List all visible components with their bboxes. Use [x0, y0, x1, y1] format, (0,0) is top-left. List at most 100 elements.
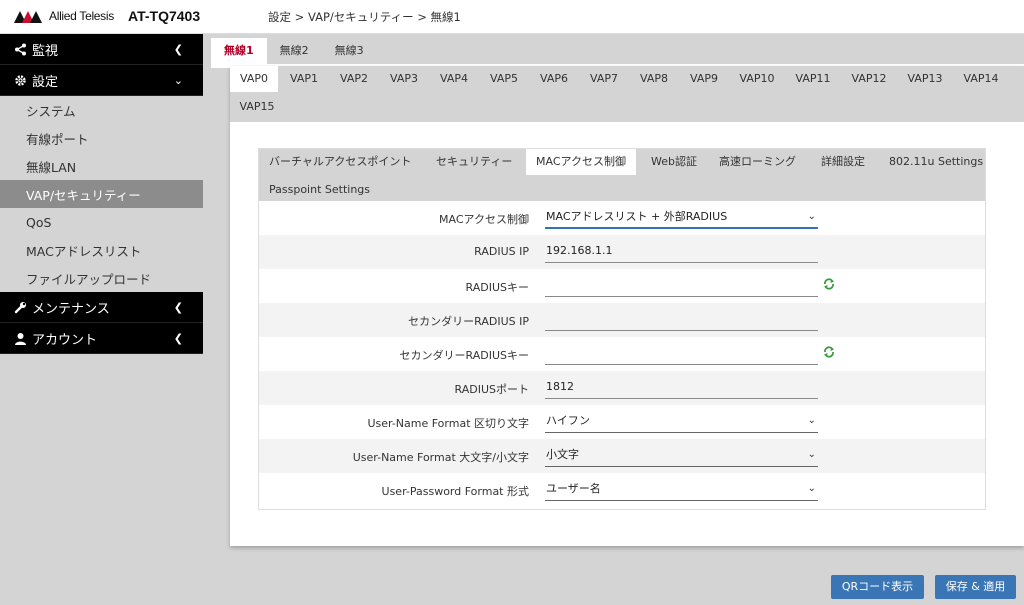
generate-key-icon[interactable]	[823, 278, 835, 290]
tab-vap4[interactable]: VAP4	[430, 66, 478, 92]
secondary-radius-key-input[interactable]	[545, 341, 818, 365]
password-format-select[interactable]: ユーザー名 ⌄	[545, 477, 818, 501]
username-case-select[interactable]: 小文字 ⌄	[545, 443, 818, 467]
qr-code-button[interactable]: QRコード表示	[831, 575, 924, 599]
radius-port-label: RADIUSポート	[454, 383, 529, 396]
vap-panel: VAP0 VAP1 VAP2 VAP3 VAP4 VAP5 VAP6 VAP7 …	[230, 66, 1024, 546]
form-row-radius-port: RADIUSポート 1812	[259, 371, 985, 405]
username-case-label: User-Name Format 大文字/小文字	[352, 451, 529, 464]
tab-80211u-settings[interactable]: 802.11u Settings	[889, 149, 983, 175]
radio-tabs: 無線1 無線2 無線3	[211, 38, 377, 66]
chevron-down-icon: ⌄	[807, 211, 816, 222]
tab-vap8[interactable]: VAP8	[630, 66, 678, 92]
tab-vap7[interactable]: VAP7	[580, 66, 628, 92]
nav-settings-label: 設定	[32, 74, 59, 90]
main-content: 無線1 無線2 無線3 VAP0 VAP1 VAP2 VAP3 VAP4 VAP…	[203, 34, 1024, 605]
nav-account-label: アカウント	[32, 332, 98, 348]
form-row-username-case: User-Name Format 大文字/小文字 小文字 ⌄	[259, 439, 985, 473]
tab-radio1[interactable]: 無線1	[211, 38, 267, 66]
tab-vap12[interactable]: VAP12	[842, 66, 896, 92]
header: Allied Telesis AT-TQ7403 設定 > VAP/セキュリティ…	[0, 0, 1024, 34]
tab-advanced-settings[interactable]: 詳細設定	[821, 149, 865, 175]
secondary-radius-key-label: セカンダリーRADIUSキー	[399, 349, 529, 362]
radius-port-input[interactable]: 1812	[545, 375, 818, 399]
tab-security[interactable]: セキュリティー	[436, 149, 512, 175]
logo-text: Allied Telesis	[49, 9, 114, 23]
form-row-mac-access: MACアクセス制御 MACアドレスリスト + 外部RADIUS ⌄	[259, 201, 985, 235]
form-row-radius-key: RADIUSキー	[259, 269, 985, 303]
wrench-icon	[13, 300, 27, 314]
chevron-down-icon: ⌄	[807, 483, 816, 494]
username-delimiter-select[interactable]: ハイフン ⌄	[545, 409, 818, 433]
tab-vap13[interactable]: VAP13	[898, 66, 952, 92]
security-tabs: バーチャルアクセスポイント セキュリティー MACアクセス制御 Web認証 高速…	[259, 149, 985, 201]
tab-vap9[interactable]: VAP9	[680, 66, 728, 92]
sidebar-item-wireless-lan[interactable]: 無線LAN	[0, 152, 203, 180]
tab-vap10[interactable]: VAP10	[730, 66, 784, 92]
tab-fast-roaming[interactable]: 高速ローミング	[719, 149, 796, 175]
vap-tabs: VAP0 VAP1 VAP2 VAP3 VAP4 VAP5 VAP6 VAP7 …	[230, 66, 1024, 122]
radius-key-label: RADIUSキー	[465, 281, 529, 294]
tab-vap5[interactable]: VAP5	[480, 66, 528, 92]
username-delimiter-value: ハイフン	[546, 414, 590, 427]
password-format-label: User-Password Format 形式	[381, 485, 529, 498]
logo-mark-icon	[14, 9, 46, 23]
form-row-username-delimiter: User-Name Format 区切り文字 ハイフン ⌄	[259, 405, 985, 439]
secondary-radius-ip-label: セカンダリーRADIUS IP	[408, 315, 529, 328]
mac-access-value: MACアドレスリスト + 外部RADIUS	[546, 210, 728, 223]
tab-vap1[interactable]: VAP1	[280, 66, 328, 92]
form-row-secondary-radius-ip: セカンダリーRADIUS IP	[259, 303, 985, 337]
sidebar-item-file-upload[interactable]: ファイルアップロード	[0, 264, 203, 292]
sidebar-item-vap-security[interactable]: VAP/セキュリティー	[0, 180, 203, 208]
form-row-password-format: User-Password Format 形式 ユーザー名 ⌄	[259, 473, 985, 507]
form-row-radius-ip: RADIUS IP 192.168.1.1	[259, 235, 985, 269]
nav-maintenance-label: メンテナンス	[32, 301, 110, 317]
tab-vap14[interactable]: VAP14	[954, 66, 1008, 92]
radius-ip-label: RADIUS IP	[474, 245, 529, 258]
tab-radio3[interactable]: 無線3	[322, 38, 377, 66]
tab-mac-access-control[interactable]: MACアクセス制御	[526, 149, 636, 175]
chevron-left-icon: ❮	[173, 300, 183, 314]
secondary-radius-ip-input[interactable]	[545, 307, 818, 331]
password-format-value: ユーザー名	[546, 482, 601, 495]
save-apply-button[interactable]: 保存 & 適用	[935, 575, 1016, 599]
user-icon	[13, 331, 27, 345]
tab-vap2[interactable]: VAP2	[330, 66, 378, 92]
sidebar: 監視 ❮ 設定 ⌄ システム 有線ポート 無線LAN VAP/セキュリティー Q…	[0, 34, 203, 605]
allied-telesis-logo: Allied Telesis	[14, 9, 114, 23]
username-delimiter-label: User-Name Format 区切り文字	[367, 417, 529, 430]
form-row-secondary-radius-key: セカンダリーRADIUSキー	[259, 337, 985, 371]
breadcrumb: 設定 > VAP/セキュリティー > 無線1	[268, 10, 461, 24]
nav-monitor[interactable]: 監視 ❮	[0, 34, 203, 65]
tab-vap11[interactable]: VAP11	[786, 66, 840, 92]
radius-ip-input[interactable]: 192.168.1.1	[545, 239, 818, 263]
mac-access-form: MACアクセス制御 MACアドレスリスト + 外部RADIUS ⌄ RADIUS…	[259, 201, 985, 507]
chevron-down-icon: ⌄	[807, 415, 816, 426]
sidebar-item-mac-address-list[interactable]: MACアドレスリスト	[0, 236, 203, 264]
nav-account[interactable]: アカウント ❮	[0, 323, 203, 354]
chevron-left-icon: ❮	[173, 331, 183, 345]
gear-icon	[13, 73, 27, 87]
tab-virtual-access-point[interactable]: バーチャルアクセスポイント	[269, 149, 411, 175]
sidebar-item-wired-ports[interactable]: 有線ポート	[0, 124, 203, 152]
sidebar-item-qos[interactable]: QoS	[0, 208, 203, 236]
nav-settings[interactable]: 設定 ⌄	[0, 65, 203, 96]
tab-vap0[interactable]: VAP0	[230, 66, 278, 92]
share-icon	[13, 42, 27, 56]
tab-vap15[interactable]: VAP15	[230, 94, 284, 120]
tab-radio2[interactable]: 無線2	[267, 38, 322, 66]
chevron-down-icon: ⌄	[173, 73, 183, 87]
tab-vap3[interactable]: VAP3	[380, 66, 428, 92]
nav-maintenance[interactable]: メンテナンス ❮	[0, 292, 203, 323]
chevron-left-icon: ❮	[173, 42, 183, 56]
tab-vap6[interactable]: VAP6	[530, 66, 578, 92]
device-model: AT-TQ7403	[128, 8, 201, 24]
username-case-value: 小文字	[546, 448, 579, 461]
nav-monitor-label: 監視	[32, 43, 59, 59]
mac-access-select[interactable]: MACアドレスリスト + 外部RADIUS ⌄	[545, 205, 818, 229]
tab-web-auth[interactable]: Web認証	[651, 149, 697, 175]
tab-passpoint-settings[interactable]: Passpoint Settings	[269, 177, 370, 203]
generate-key-icon[interactable]	[823, 346, 835, 358]
radius-key-input[interactable]	[545, 273, 818, 297]
sidebar-item-system[interactable]: システム	[0, 96, 203, 124]
